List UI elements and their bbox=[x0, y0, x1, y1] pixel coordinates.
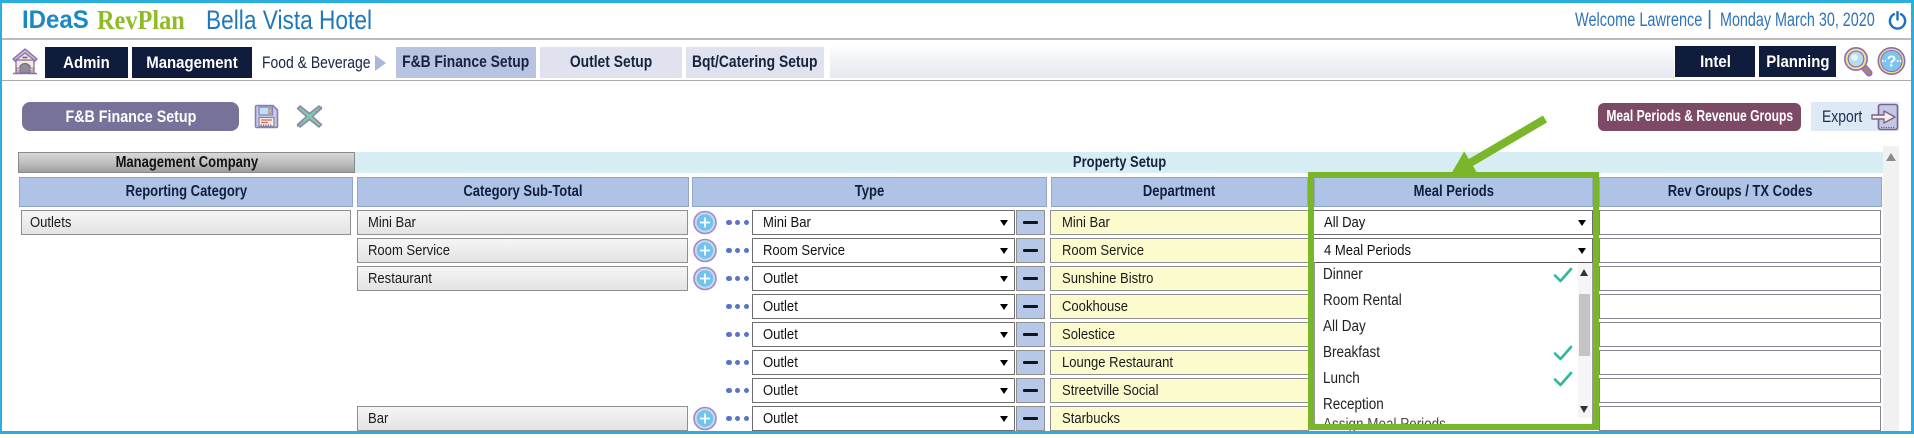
svg-text:?: ? bbox=[1887, 54, 1897, 71]
